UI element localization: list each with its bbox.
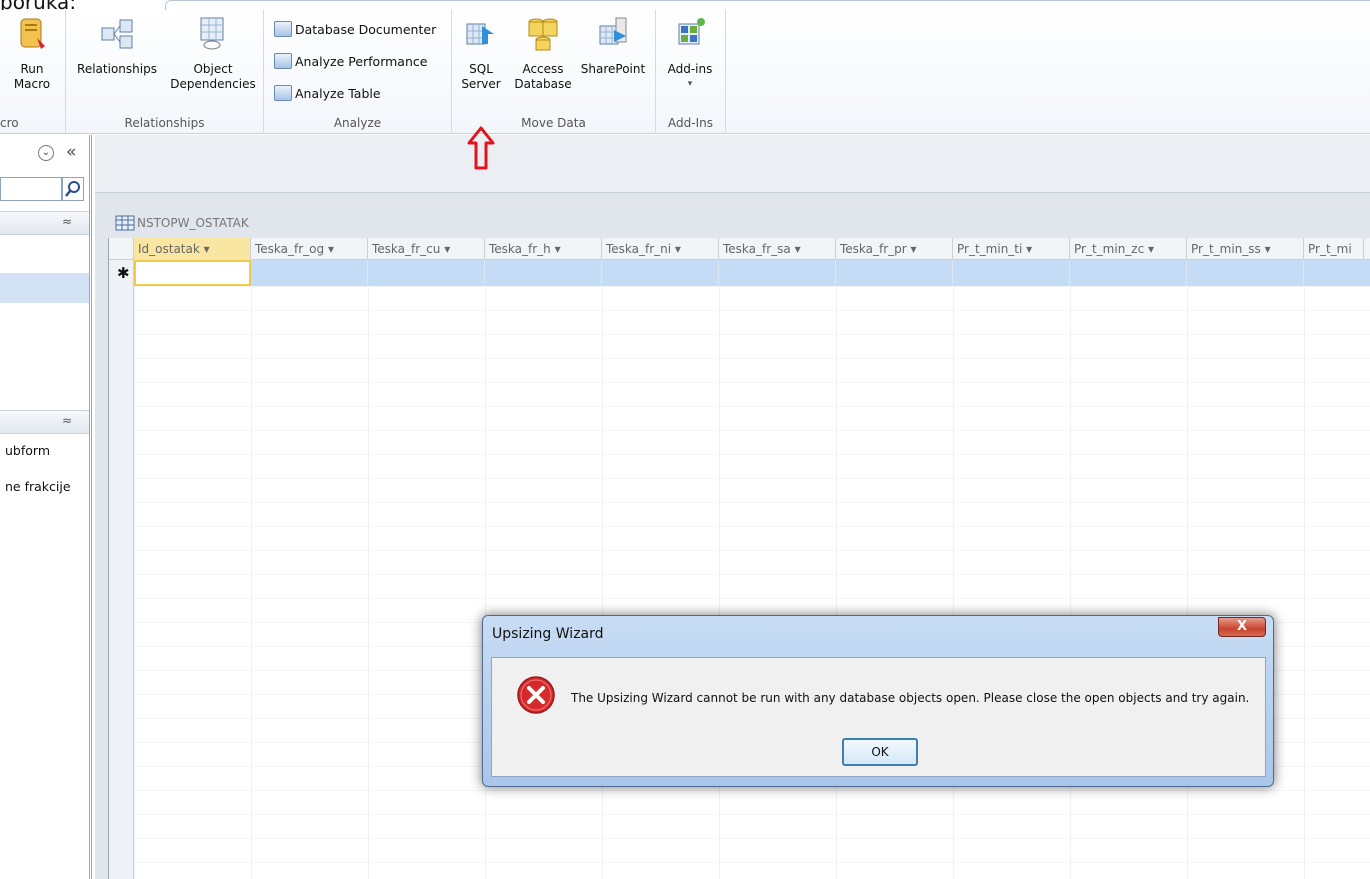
nav-pane-header: ⌄ «: [0, 141, 92, 171]
datasheet-header-row: Id_ostatak ▾ Teska_fr_og ▾ Teska_fr_cu ▾…: [109, 238, 1370, 260]
table-cell[interactable]: [1187, 260, 1304, 286]
sql-server-label-2: Server: [461, 77, 501, 91]
analyze-table-label: Analyze Table: [295, 85, 381, 101]
nav-item-subform[interactable]: ubform: [5, 443, 50, 458]
documenter-icon: [274, 21, 292, 37]
nav-item-selected[interactable]: [0, 273, 89, 303]
column-header[interactable]: Pr_t_min_zc ▾: [1070, 238, 1187, 260]
navigation-pane: ⌄ « ≈ ≈ ubform ne frakcije: [0, 135, 92, 879]
relationships-button[interactable]: Relationships: [72, 16, 162, 77]
column-header[interactable]: Pr_t_min_ti ▾: [953, 238, 1070, 260]
document-tab-title: NSTOPW_OSTATAK: [137, 216, 249, 230]
analyze-table-icon: [274, 85, 292, 101]
ribbon: Run Macro cro Relationships Object Depen…: [0, 10, 1370, 134]
access-database-icon: [528, 18, 558, 51]
select-all-corner[interactable]: [109, 238, 134, 260]
section-collapse-icon-2[interactable]: ≈: [62, 414, 72, 428]
run-macro-button[interactable]: Run Macro: [6, 16, 58, 92]
ribbon-group-analyze: Database Documenter Analyze Performance …: [264, 10, 452, 134]
table-icon: [115, 215, 135, 231]
object-dependencies-button[interactable]: Object Dependencies: [166, 16, 260, 92]
ribbon-group-add-ins: Add-ins ▾ Add-Ins: [656, 10, 726, 134]
active-cell[interactable]: [134, 260, 251, 286]
database-documenter-label: Database Documenter: [295, 21, 437, 37]
red-arrow-annotation-icon: [467, 126, 495, 170]
error-icon: [517, 676, 555, 714]
macro-scroll-icon: [20, 18, 45, 49]
add-ins-icon: [678, 18, 705, 45]
object-dependencies-label-2: Dependencies: [170, 77, 256, 91]
column-header[interactable]: Pr_t_mi: [1304, 238, 1364, 260]
new-record-icon: ✱: [117, 264, 130, 282]
dialog-message: The Upsizing Wizard cannot be run with a…: [571, 691, 1250, 705]
sql-server-button[interactable]: SQL Server: [458, 16, 504, 92]
upsizing-wizard-dialog: Upsizing Wizard X The Upsizing Wizard ca…: [482, 615, 1274, 787]
sharepoint-icon: [599, 17, 627, 45]
nav-section-header-2[interactable]: ≈: [0, 410, 89, 434]
add-ins-button[interactable]: Add-ins ▾: [662, 16, 718, 92]
group-label-macro: cro: [0, 116, 19, 130]
nav-section-header-1[interactable]: ≈: [0, 211, 89, 235]
nav-collapse-icon[interactable]: «: [66, 142, 76, 162]
nav-search-input[interactable]: [0, 177, 62, 201]
workspace-top-band: [95, 135, 1370, 193]
nav-search-button[interactable]: [62, 177, 84, 201]
column-header[interactable]: Teska_fr_sa ▾: [719, 238, 836, 260]
column-header[interactable]: Teska_fr_h ▾: [485, 238, 602, 260]
section-collapse-icon-1[interactable]: ≈: [62, 215, 72, 229]
run-macro-label-2: Macro: [13, 77, 51, 91]
ribbon-group-move-data: SQL Server Access Database SharePoint Mo…: [452, 10, 656, 134]
analyze-performance-button[interactable]: Analyze Performance: [274, 53, 427, 69]
sharepoint-button[interactable]: SharePoint: [576, 16, 650, 77]
object-dependencies-label-1: Object: [193, 62, 233, 76]
table-cell[interactable]: [602, 260, 719, 286]
group-label-add-ins: Add-Ins: [668, 116, 713, 130]
column-header[interactable]: Teska_fr_pr ▾: [836, 238, 953, 260]
nav-menu-chevron-icon[interactable]: ⌄: [38, 145, 54, 161]
table-cell[interactable]: [953, 260, 1070, 286]
relationships-icon: [101, 19, 133, 49]
dialog-title: Upsizing Wizard: [492, 626, 604, 642]
database-documenter-button[interactable]: Database Documenter: [274, 21, 436, 37]
object-dependencies-icon: [200, 17, 224, 50]
analyze-performance-label: Analyze Performance: [295, 53, 428, 69]
column-header[interactable]: Teska_fr_cu ▾: [368, 238, 485, 260]
access-database-label-1: Access: [522, 62, 564, 76]
ribbon-group-macro: Run Macro cro: [0, 10, 66, 134]
column-header[interactable]: Id_ostatak ▾: [134, 238, 251, 260]
access-database-label-2: Database: [514, 77, 572, 91]
document-tab[interactable]: NSTOPW_OSTATAK: [115, 210, 249, 236]
ok-button[interactable]: OK: [842, 738, 918, 766]
group-label-relationships: Relationships: [124, 116, 205, 130]
relationships-label: Relationships: [77, 62, 157, 76]
sql-server-icon: [466, 23, 494, 45]
run-macro-label-1: Run: [20, 62, 44, 76]
column-header[interactable]: Pr_t_min_ss ▾: [1187, 238, 1304, 260]
table-cell[interactable]: [1070, 260, 1187, 286]
column-header[interactable]: Teska_fr_ni ▾: [602, 238, 719, 260]
access-database-button[interactable]: Access Database: [512, 16, 574, 92]
nav-item-frakcije[interactable]: ne frakcije: [5, 479, 71, 494]
analyze-performance-icon: [274, 53, 292, 69]
table-cell[interactable]: [836, 260, 953, 286]
analyze-table-button[interactable]: Analyze Table: [274, 85, 381, 101]
table-cell[interactable]: [368, 260, 485, 286]
search-icon: [65, 181, 80, 197]
column-header[interactable]: Teska_fr_og ▾: [251, 238, 368, 260]
new-record-row[interactable]: [134, 260, 1370, 286]
sharepoint-label: SharePoint: [580, 62, 646, 76]
datasheet-grid-area: [134, 286, 1370, 879]
dialog-close-button[interactable]: X: [1218, 617, 1266, 637]
group-label-analyze: Analyze: [333, 116, 382, 130]
table-cell[interactable]: [719, 260, 836, 286]
dialog-body: The Upsizing Wizard cannot be run with a…: [491, 657, 1266, 777]
sql-server-label-1: SQL: [469, 62, 493, 76]
add-ins-dropdown-icon: ▾: [687, 79, 693, 89]
table-cell[interactable]: [251, 260, 368, 286]
ribbon-group-relationships: Relationships Object Dependencies Relati…: [66, 10, 264, 134]
add-ins-label: Add-ins: [667, 62, 713, 76]
table-cell[interactable]: [485, 260, 602, 286]
record-selector-column[interactable]: [109, 260, 134, 879]
